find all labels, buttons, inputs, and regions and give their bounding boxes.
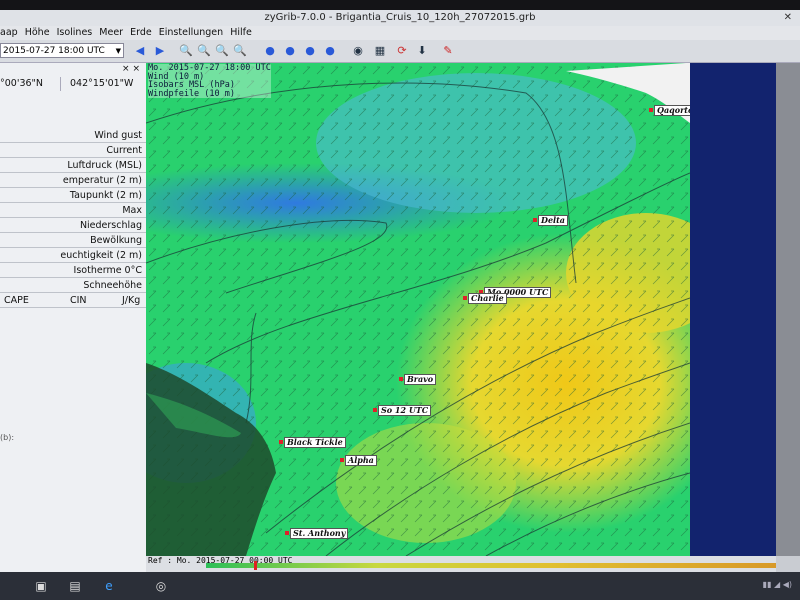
menu-item-isolines[interactable]: Isolines <box>57 27 93 38</box>
menu-bar: aap Höhe Isolines Meer Erde Einstellunge… <box>0 26 800 40</box>
station-st-anthony[interactable]: St. Anthony <box>284 528 349 539</box>
latitude-value: °00'36"N <box>0 78 44 89</box>
row-wind-gust: Wind gust <box>0 129 146 143</box>
weather-map-canvas <box>146 63 690 556</box>
timeline-track[interactable] <box>206 563 776 568</box>
weather-map[interactable]: Mo. 2015-07-27 18:00 UTC Wind (10 m) Iso… <box>146 63 690 556</box>
globe-icon[interactable]: ◉ <box>350 43 366 59</box>
menu-item-hilfe[interactable]: Hilfe <box>230 27 252 38</box>
system-tray: ▮▮ ◢ ◀) <box>762 580 792 589</box>
timeline-bar[interactable]: Ref : Mo. 2015-07-27 00:00 UTC <box>146 556 776 572</box>
date-select-value: 2015-07-27 18:00 UTC <box>3 46 105 56</box>
previous-step-icon[interactable]: ◀ <box>132 43 148 59</box>
row-pressure: Luftdruck (MSL) <box>0 159 146 173</box>
close-panel-icon[interactable]: × × <box>122 64 140 74</box>
up-arrow-icon[interactable]: ● <box>282 43 298 59</box>
menu-item-einstellungen[interactable]: Einstellungen <box>159 27 223 38</box>
files-icon[interactable]: ▣ <box>30 577 52 595</box>
map-legend-arrows: Windpfeile (10 m) <box>148 88 235 99</box>
map-legend: Mo. 2015-07-27 18:00 UTC Wind (10 m) Iso… <box>148 64 271 98</box>
next-step-icon[interactable]: ▶ <box>152 43 168 59</box>
zoom-in-icon[interactable]: 🔍 <box>178 43 194 59</box>
row-max: Max <box>0 204 146 218</box>
unit-label: J/Kg <box>122 295 141 306</box>
close-icon[interactable]: ✕ <box>784 10 792 26</box>
timeline-cursor[interactable] <box>254 561 257 570</box>
station-charlie[interactable]: Charlie <box>463 293 507 304</box>
row-cloud-cover: Bewölkung <box>0 234 146 248</box>
monitor-bezel <box>0 0 800 10</box>
vertical-scrollbar[interactable] <box>776 63 800 556</box>
cin-label: CIN <box>70 295 87 306</box>
row-humidity: euchtigkeit (2 m) <box>0 249 146 263</box>
zygrib-task-icon[interactable]: ◎ <box>150 577 172 595</box>
station-alpha[interactable]: Alpha <box>340 455 377 466</box>
download-icon[interactable]: ⬇ <box>414 43 430 59</box>
chevron-down-icon[interactable]: ▼ <box>116 44 121 59</box>
zygrib-window: zyGrib-7.0.0 - Brigantia_Cruis_10_120h_2… <box>0 10 800 572</box>
longitude-value: 042°15'01"W <box>70 78 134 89</box>
menu-item-meer[interactable]: Meer <box>99 27 123 38</box>
toolbar: 2015-07-27 18:00 UTC ▼ ◀ ▶ 🔍 🔍 🔍 🔍 ● ● ●… <box>0 40 800 63</box>
station-qaqortoq[interactable]: Qaqortoq <box>649 105 690 116</box>
pin-icon[interactable]: ✎ <box>440 43 456 59</box>
row-dewpoint: Taupunkt (2 m) <box>0 189 146 203</box>
row-isotherm: Isotherme 0°C <box>0 264 146 278</box>
explorer-icon[interactable]: ▤ <box>64 577 86 595</box>
station-delta[interactable]: Delta <box>533 215 568 226</box>
right-arrow-icon[interactable]: ● <box>322 43 338 59</box>
station-bravo[interactable]: Bravo <box>398 374 437 385</box>
row-temperature: emperatur (2 m) <box>0 174 146 188</box>
row-precipitation: Niederschlag <box>0 219 146 233</box>
down-arrow-icon[interactable]: ● <box>302 43 318 59</box>
ocean-area <box>690 63 776 556</box>
taskbar: ▣ ▤ e ◎ ▮▮ ◢ ◀) <box>0 572 800 600</box>
row-current: Current <box>0 144 146 158</box>
window-title: zyGrib-7.0.0 - Brigantia_Cruis_10_120h_2… <box>264 12 536 23</box>
menu-item-erde[interactable]: Erde <box>130 27 152 38</box>
browser-icon[interactable]: e <box>98 577 120 595</box>
row-cape-cin: CAPE CIN J/Kg <box>0 294 146 308</box>
menu-item-map[interactable]: aap <box>0 27 18 38</box>
title-bar: zyGrib-7.0.0 - Brigantia_Cruis_10_120h_2… <box>0 10 800 26</box>
zoom-full-icon[interactable]: 🔍 <box>232 43 248 59</box>
menu-item-hoehe[interactable]: Höhe <box>25 27 50 38</box>
zoom-out-icon[interactable]: 🔍 <box>196 43 212 59</box>
station-black-tickle[interactable]: Black Tickle <box>279 437 346 448</box>
refresh-icon[interactable]: ⟳ <box>394 43 410 59</box>
row-snow-depth: Schneehöhe <box>0 279 146 293</box>
zoom-area-icon[interactable]: 🔍 <box>214 43 230 59</box>
station-so-utc[interactable]: So 12 UTC <box>372 405 432 416</box>
left-arrow-icon[interactable]: ● <box>262 43 278 59</box>
data-sidebar: × × °00'36"N 042°15'01"W Wind gust Curre… <box>0 63 146 572</box>
sidebar-footer-label: (b): <box>0 433 15 442</box>
date-select[interactable]: 2015-07-27 18:00 UTC ▼ <box>0 43 124 58</box>
cape-label: CAPE <box>4 295 29 306</box>
meteotable-icon[interactable]: ▦ <box>372 43 388 59</box>
